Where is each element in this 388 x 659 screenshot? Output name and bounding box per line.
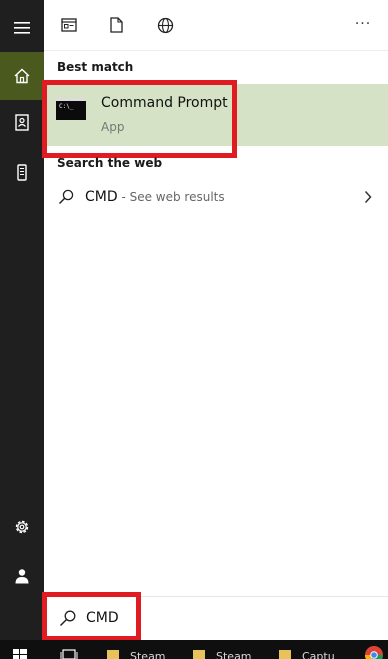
folder-icon bbox=[107, 650, 119, 659]
hamburger-icon bbox=[14, 22, 30, 34]
web-query: CMD bbox=[85, 189, 118, 205]
search-box[interactable]: CMD bbox=[44, 596, 388, 641]
apps-icon bbox=[61, 18, 77, 32]
home-icon bbox=[14, 68, 30, 84]
settings-icon bbox=[15, 520, 29, 534]
folder-icon bbox=[279, 650, 291, 659]
filter-toolbar: ··· bbox=[44, 0, 388, 51]
best-match-result[interactable]: C:\_ Command Prompt App bbox=[44, 84, 388, 146]
phone-icon bbox=[17, 163, 27, 181]
web-search-result[interactable]: CMD - See web results bbox=[44, 178, 388, 218]
more-options-button[interactable]: ··· bbox=[350, 11, 376, 37]
menu-button[interactable] bbox=[0, 4, 44, 52]
best-match-subtitle: App bbox=[101, 120, 125, 134]
globe-icon bbox=[157, 17, 173, 33]
settings-button[interactable] bbox=[0, 503, 44, 551]
apps-filter-button[interactable] bbox=[56, 12, 82, 38]
document-icon bbox=[109, 17, 123, 33]
notebook-icon bbox=[15, 113, 29, 131]
home-button[interactable] bbox=[0, 52, 44, 100]
web-heading: Search the web bbox=[57, 156, 163, 170]
start-search-panel: ··· Best match C:\_ Command Prompt App S… bbox=[0, 0, 388, 659]
search-icon bbox=[59, 610, 76, 627]
notebook-button[interactable] bbox=[0, 98, 44, 146]
more-icon: ··· bbox=[354, 16, 372, 32]
web-filter-button[interactable] bbox=[152, 12, 178, 38]
chevron-right-icon bbox=[364, 190, 372, 204]
taskbar-item[interactable]: Steam bbox=[130, 650, 166, 659]
account-button[interactable] bbox=[0, 552, 44, 600]
documents-filter-button[interactable] bbox=[103, 12, 129, 38]
search-input[interactable]: CMD bbox=[86, 610, 119, 626]
web-suffix: - See web results bbox=[117, 190, 225, 204]
command-prompt-icon: C:\_ bbox=[56, 98, 86, 120]
task-view-icon[interactable] bbox=[60, 649, 78, 659]
folder-icon bbox=[193, 650, 205, 659]
best-match-heading: Best match bbox=[57, 60, 134, 74]
taskbar-item[interactable]: Steam bbox=[216, 650, 252, 659]
taskbar: Steam Steam Captu bbox=[0, 640, 388, 659]
taskbar-item[interactable]: Captu bbox=[302, 650, 336, 659]
left-rail bbox=[0, 0, 44, 640]
chrome-icon[interactable] bbox=[364, 645, 384, 659]
search-icon bbox=[58, 189, 74, 205]
user-icon bbox=[15, 569, 29, 584]
best-match-title: Command Prompt bbox=[101, 95, 228, 111]
devices-button[interactable] bbox=[0, 148, 44, 196]
web-result-text: CMD - See web results bbox=[85, 189, 225, 205]
windows-logo-icon[interactable] bbox=[13, 649, 27, 659]
